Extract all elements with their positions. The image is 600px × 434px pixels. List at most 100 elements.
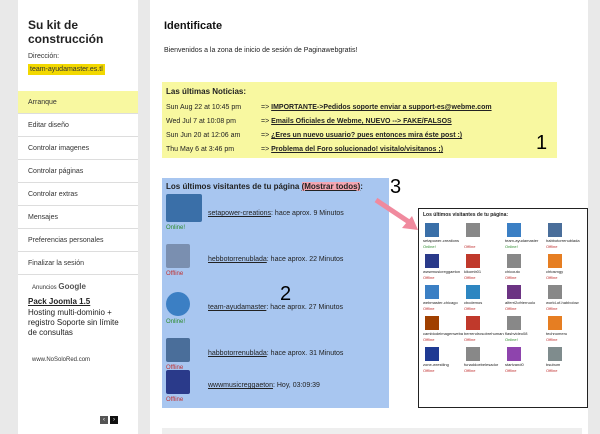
sidebar-item-2[interactable]: Controlar imagenes <box>18 137 138 160</box>
prev-arrow-icon[interactable]: ‹ <box>100 416 108 424</box>
sidebar-item-1[interactable]: Editar diseño <box>18 114 138 137</box>
preview-name[interactable]: berrendrosobrehumanos <box>464 331 504 336</box>
preview-avatar[interactable] <box>466 316 480 330</box>
preview-name[interactable]: webmaster-chicago <box>423 300 463 305</box>
visitor-name[interactable]: setapower-creations <box>208 210 271 217</box>
preview-name[interactable]: technomeru <box>546 331 586 336</box>
preview-name[interactable]: team-ayudamaster <box>505 238 545 243</box>
visitors-title: Los últimos visitantes de tu página (Mos… <box>166 182 363 191</box>
preview-avatar[interactable] <box>466 223 480 237</box>
preview-name[interactable]: flashvideo08 <box>505 331 545 336</box>
visitor-text: wwwmusicreggaeton: Hoy, 03:09:39 <box>208 382 320 389</box>
preview-avatar[interactable] <box>548 347 562 361</box>
preview-avatar[interactable] <box>425 254 439 268</box>
preview-status: Offline <box>546 306 558 311</box>
avatar[interactable] <box>166 244 190 268</box>
preview-status: Offline <box>546 337 558 342</box>
avatar[interactable] <box>166 194 202 222</box>
sidebar-item-7[interactable]: Finalizar la sesión <box>18 252 138 275</box>
news-link[interactable]: Problema del Foro solucionado! visitalo/… <box>271 146 443 153</box>
page-title: Identificate <box>164 20 223 32</box>
preview-name[interactable]: cambiodeimagenwebapps <box>423 331 463 336</box>
visitor-name[interactable]: team-ayudamaster <box>208 304 266 311</box>
sidebar-item-4[interactable]: Controlar extras <box>18 183 138 206</box>
news-date: Wed Jul 7 at 10:08 pm <box>166 118 236 125</box>
preview-item: chtosmgy Offline <box>546 254 587 283</box>
preview-item: startvand0 Offline <box>505 347 546 376</box>
google-brand: Google <box>58 282 86 291</box>
preview-item: bsubum Offline <box>546 347 587 376</box>
visitor-name[interactable]: wwwmusicreggaeton <box>208 382 273 389</box>
preview-avatar[interactable] <box>548 254 562 268</box>
preview-avatar[interactable] <box>466 285 480 299</box>
welcome-text: Bienvenidos a la zona de inicio de sesió… <box>164 47 358 54</box>
news-date: Sun Jun 20 at 12:06 am <box>166 132 241 139</box>
sidebar-item-3[interactable]: Controlar páginas <box>18 160 138 183</box>
preview-name[interactable]: chtosmgy <box>546 269 586 274</box>
avatar[interactable] <box>166 370 190 394</box>
status-badge: Online! <box>166 225 186 231</box>
visitor-text: setapower-creations: hace aprox. 9 Minut… <box>208 210 344 217</box>
preview-name[interactable]: wwwmusicreggaeton <box>423 269 463 274</box>
preview-name[interactable]: startvand0 <box>505 362 545 367</box>
preview-avatar[interactable] <box>507 316 521 330</box>
preview-status: Offline <box>505 275 517 280</box>
preview-avatar[interactable] <box>507 285 521 299</box>
news-arrow: => <box>261 146 270 153</box>
preview-name[interactable]: alferri2ofrierruolo <box>505 300 545 305</box>
sidebar-item-6[interactable]: Preferencias personales <box>18 229 138 252</box>
direction-value[interactable]: team-ayudamaster.es.tl <box>28 64 105 75</box>
visitor-text: team-ayudamaster: hace aprox. 27 Minutos <box>208 304 344 311</box>
preview-avatar[interactable] <box>548 316 562 330</box>
ad-title[interactable]: Pack Joomla 1.5 <box>28 297 90 306</box>
show-all-link[interactable]: (Mostrar todos) <box>301 182 361 191</box>
preview-status: Online! <box>423 244 436 249</box>
news-link[interactable]: IMPORTANTE->Pedidos soporte enviar a sup… <box>271 104 491 111</box>
main-panel: Identificate Bienvenidos a la zona de in… <box>150 0 588 434</box>
preview-name[interactable]: chicouto <box>505 269 545 274</box>
preview-avatar[interactable] <box>425 223 439 237</box>
preview-avatar[interactable] <box>507 254 521 268</box>
avatar[interactable] <box>166 292 190 316</box>
preview-avatar[interactable] <box>425 316 439 330</box>
preview-name[interactable]: world-of-habbolow <box>546 300 586 305</box>
sidebar-item-0[interactable]: Arranque <box>18 91 138 114</box>
preview-status: Offline <box>505 306 517 311</box>
visitor-name[interactable]: hebbotorrenublada <box>208 256 267 263</box>
preview-status: Offline <box>423 368 435 373</box>
preview-name[interactable]: habbotorrenublada <box>546 238 586 243</box>
preview-avatar[interactable] <box>548 223 562 237</box>
avatar[interactable] <box>166 338 190 362</box>
news-link[interactable]: ¿Eres un nuevo usuario? pues entonces mi… <box>271 132 462 139</box>
kit-title: Su kit de construcción <box>28 18 104 46</box>
preview-avatar[interactable] <box>425 285 439 299</box>
next-arrow-icon[interactable]: › <box>110 416 118 424</box>
news-link[interactable]: Emails Oficiales de Webme, NUEVO --> FAK… <box>271 118 452 125</box>
preview-avatar[interactable] <box>507 223 521 237</box>
preview-status: Offline <box>464 337 476 342</box>
preview-name[interactable]: setapower-creations <box>423 238 463 243</box>
preview-avatar[interactable] <box>507 347 521 361</box>
preview-status: Offline <box>464 306 476 311</box>
ad-url[interactable]: www.NoSoloRed.com <box>32 357 90 363</box>
preview-avatar[interactable] <box>548 285 562 299</box>
news-box: Las últimas Noticias: Sun Aug 22 at 10:4… <box>162 82 557 158</box>
preview-avatar[interactable] <box>425 347 439 361</box>
preview-name[interactable]: zone-wrestling <box>423 362 463 367</box>
news-arrow: => <box>261 132 270 139</box>
preview-item: zone-wrestling Offline <box>423 347 464 376</box>
preview-name[interactable]: bsubum <box>546 362 586 367</box>
visitor-text: habbotorrenublada: hace aprox. 31 Minuto… <box>208 350 344 357</box>
preview-avatar[interactable] <box>466 347 480 361</box>
preview-status: Offline <box>423 306 435 311</box>
sidebar-item-5[interactable]: Mensajes <box>18 206 138 229</box>
preview-name[interactable]: funaddoebelesador <box>464 362 504 367</box>
preview-name[interactable]: kikomb01 <box>464 269 504 274</box>
direction-label: Dirección: <box>28 53 60 60</box>
annotation-2: 2 <box>280 283 292 305</box>
preview-name[interactable]: cbcdemos <box>464 300 504 305</box>
news-item: Sun Aug 22 at 10:45 pm => IMPORTANTE->Ped… <box>166 104 556 111</box>
annotation-1: 1 <box>536 132 548 154</box>
visitor-name[interactable]: habbotorrenublada <box>208 350 267 357</box>
preview-avatar[interactable] <box>466 254 480 268</box>
